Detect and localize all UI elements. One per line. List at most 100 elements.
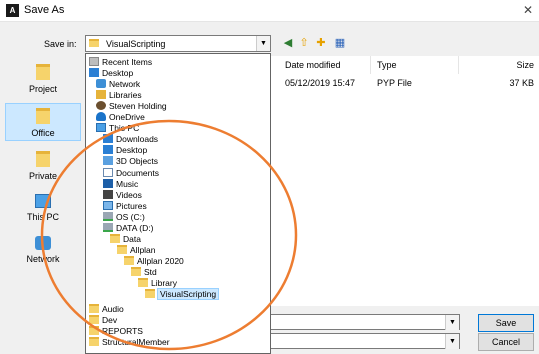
chevron-down-icon[interactable]: ▼ xyxy=(445,334,459,349)
documents-icon xyxy=(103,167,113,177)
dropdown-item[interactable]: VisualScripting xyxy=(145,288,220,301)
folder-icon xyxy=(89,326,99,336)
dropdown-item-label: 3D Objects xyxy=(116,156,159,167)
dropdown-item[interactable]: OS (C:) xyxy=(103,211,145,222)
dropdown-item[interactable]: Documents xyxy=(103,167,159,178)
file-type[interactable]: PYP File xyxy=(377,78,412,88)
dropdown-item[interactable]: Desktop xyxy=(89,68,133,78)
desktop-icon xyxy=(89,68,99,78)
window-title: Save As xyxy=(24,4,65,16)
chevron-down-icon[interactable]: ▼ xyxy=(256,36,270,51)
save-as-type-select[interactable]: ▼ xyxy=(270,333,460,349)
place-label: Private xyxy=(28,171,57,181)
dropdown-item-label: Desktop xyxy=(116,145,148,156)
dropdown-item-label: Allplan 2020 xyxy=(137,255,184,266)
close-icon[interactable]: ✕ xyxy=(523,3,533,17)
save-in-dropdown[interactable]: Recent Items Desktop Network Libraries Steve… xyxy=(85,53,271,354)
dropdown-item[interactable]: Desktop xyxy=(103,145,147,155)
dropdown-item-label: StructuralMember xyxy=(102,337,170,348)
3d-objects-icon xyxy=(103,156,113,166)
place-label: This PC xyxy=(26,212,59,222)
place-label: Office xyxy=(31,128,55,138)
dropdown-item[interactable]: Recent Items xyxy=(89,57,152,67)
dropdown-item[interactable]: DATA (D:) xyxy=(103,222,154,233)
dropdown-item[interactable]: Library xyxy=(138,278,177,288)
column-size[interactable]: Size xyxy=(516,60,534,70)
place-private[interactable]: Private xyxy=(5,147,81,187)
place-network[interactable]: Network xyxy=(5,232,81,272)
dropdown-item-label: Steven Holding xyxy=(109,101,167,112)
dropdown-item-label: Pictures xyxy=(116,200,147,211)
file-size[interactable]: 37 KB xyxy=(509,78,534,88)
drive-icon xyxy=(103,222,113,232)
dropdown-item[interactable]: StructuralMember xyxy=(89,337,170,347)
chevron-down-icon[interactable]: ▼ xyxy=(445,315,459,330)
cancel-button[interactable]: Cancel xyxy=(478,333,534,351)
onedrive-icon xyxy=(96,112,106,122)
computer-icon xyxy=(35,194,51,208)
dropdown-item[interactable]: This PC xyxy=(96,123,139,133)
file-date[interactable]: 05/12/2019 15:47 xyxy=(285,78,355,88)
dropdown-item-label: This PC xyxy=(109,123,140,134)
dropdown-item[interactable]: Network xyxy=(96,79,140,89)
folder-icon xyxy=(138,278,148,287)
save-in-combo[interactable]: VisualScripting ▼ xyxy=(85,35,271,52)
folder-icon xyxy=(36,64,50,80)
libraries-icon xyxy=(96,90,106,100)
dropdown-item[interactable]: REPORTS xyxy=(89,326,143,336)
column-separator xyxy=(458,56,459,74)
column-separator xyxy=(370,56,371,74)
desktop-icon xyxy=(103,145,113,155)
save-button[interactable]: Save xyxy=(478,314,534,332)
dropdown-item[interactable]: Downloads xyxy=(103,134,158,144)
place-office[interactable]: Office xyxy=(5,103,81,141)
dropdown-item[interactable]: OneDrive xyxy=(96,112,145,122)
places-bar: Project Office Private This PC Network xyxy=(5,56,81,306)
dropdown-item[interactable]: Data xyxy=(110,233,141,244)
dropdown-item[interactable]: Libraries xyxy=(96,90,142,100)
dropdown-item-label: Data xyxy=(123,233,141,244)
new-folder-icon[interactable]: ✚ xyxy=(314,37,328,50)
videos-icon xyxy=(103,189,113,199)
back-icon[interactable]: ◀ xyxy=(281,37,295,50)
dropdown-item-label: Dev xyxy=(102,315,118,326)
folder-icon xyxy=(89,39,99,47)
dropdown-item[interactable]: Allplan xyxy=(117,244,156,255)
dropdown-item[interactable]: Pictures xyxy=(103,200,147,211)
folder-icon xyxy=(124,255,134,265)
dropdown-item-label: OneDrive xyxy=(109,112,145,123)
recent-items-icon xyxy=(89,57,99,66)
dropdown-item[interactable]: Music xyxy=(103,178,138,189)
view-menu-icon[interactable]: ▦ xyxy=(333,37,347,50)
folder-icon xyxy=(89,304,99,314)
network-icon xyxy=(35,236,51,250)
folder-icon xyxy=(110,233,120,243)
dropdown-item[interactable]: Dev xyxy=(89,315,117,325)
this-pc-icon xyxy=(96,123,106,133)
dropdown-item[interactable]: Steven Holding xyxy=(96,101,167,111)
downloads-icon xyxy=(103,134,113,144)
file-list[interactable]: Date modified Type Size 05/12/2019 15:47… xyxy=(270,56,539,306)
dropdown-item-label: VisualScripting xyxy=(156,288,220,301)
dropdown-item-label: Videos xyxy=(116,189,142,200)
folder-icon xyxy=(89,315,99,325)
dropdown-item-label: OS (C:) xyxy=(116,211,145,222)
column-type[interactable]: Type xyxy=(377,60,397,70)
title-bar: A Save As ✕ xyxy=(0,0,539,22)
folder-icon xyxy=(117,244,127,254)
dropdown-item[interactable]: Videos xyxy=(103,189,142,200)
dropdown-item[interactable]: Allplan 2020 xyxy=(124,255,184,266)
place-this-pc[interactable]: This PC xyxy=(5,190,81,230)
place-project[interactable]: Project xyxy=(5,60,81,100)
file-name-input[interactable]: ▼ xyxy=(270,314,460,330)
up-folder-icon[interactable]: ⇧ xyxy=(297,37,311,50)
save-in-value: VisualScripting xyxy=(106,39,166,49)
dropdown-item[interactable]: Audio xyxy=(89,304,124,314)
column-date-modified[interactable]: Date modified xyxy=(285,60,341,70)
pictures-icon xyxy=(103,200,113,210)
dropdown-item[interactable]: Std xyxy=(131,266,157,277)
music-icon xyxy=(103,178,113,188)
dropdown-item-label: DATA (D:) xyxy=(116,222,154,233)
dropdown-item[interactable]: 3D Objects xyxy=(103,156,158,166)
folder-icon xyxy=(145,289,155,299)
